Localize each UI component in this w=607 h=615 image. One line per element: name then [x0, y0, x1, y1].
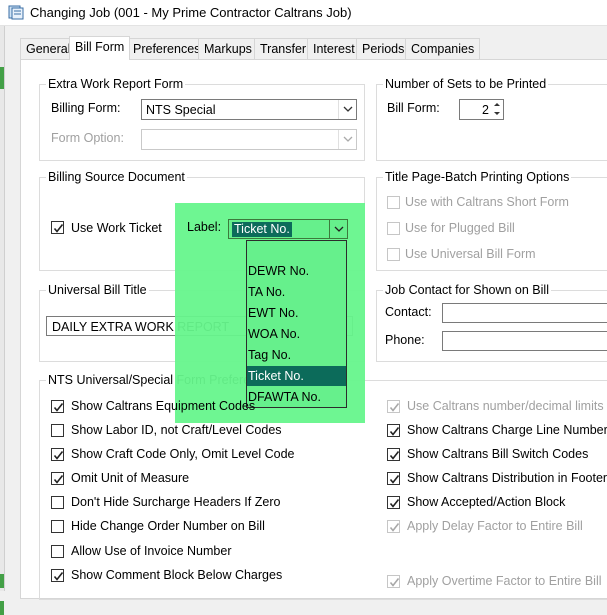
sets-group: Number of Sets to be Printed — [376, 77, 607, 161]
tab-periods[interactable]: Periods — [356, 38, 411, 59]
form-option-select[interactable] — [141, 129, 357, 150]
caltrans-short-form-label: Use with Caltrans Short Form — [405, 195, 569, 209]
universal-bill-form-checkbox[interactable] — [387, 248, 400, 261]
bill-form-sets-spinner[interactable]: 2 — [459, 99, 504, 120]
preference-label: Don't Hide Surcharge Headers If Zero — [71, 495, 281, 509]
preference-checkbox[interactable] — [51, 496, 64, 509]
preference-label: Show Labor ID, not Craft/Level Codes — [71, 423, 282, 437]
preference-checkbox[interactable] — [51, 472, 64, 485]
label-dropdown-list: DEWR No. TA No. EWT No. WOA No. Tag No. Ticke… — [246, 240, 347, 408]
preference-label: Use Caltrans number/decimal limits — [407, 399, 604, 413]
preference-checkbox[interactable] — [51, 520, 64, 533]
preference-label: Apply Overtime Factor to Entire Bill — [407, 574, 602, 588]
dropdown-option[interactable]: Tag No. — [247, 345, 346, 365]
tab-markups[interactable]: Markups — [198, 38, 258, 59]
label-label: Label: — [187, 220, 222, 234]
app-icon — [8, 5, 24, 20]
chevron-down-icon[interactable] — [338, 130, 356, 149]
label-select[interactable]: Ticket No. — [228, 219, 348, 239]
preference-checkbox[interactable] — [387, 520, 400, 533]
preference-label: Omit Unit of Measure — [71, 471, 190, 485]
preference-label: Hide Change Order Number on Bill — [71, 519, 265, 533]
caltrans-short-form-checkbox[interactable] — [387, 196, 400, 209]
preference-checkbox[interactable] — [51, 400, 64, 413]
window-title: Changing Job (001 - My Prime Contractor … — [30, 5, 352, 20]
preference-checkbox[interactable] — [387, 448, 400, 461]
preference-checkbox[interactable] — [387, 496, 400, 509]
use-work-ticket-label: Use Work Ticket — [71, 221, 162, 235]
preference-label: Show Caltrans Distribution in Footer — [407, 471, 607, 485]
dropdown-option[interactable]: DEWR No. — [247, 261, 346, 281]
tab-transfer[interactable]: Transfer — [254, 38, 313, 59]
preference-label: Show Accepted/Action Block — [407, 495, 566, 509]
group-title: Number of Sets to be Printed — [383, 77, 549, 91]
dropdown-option[interactable]: TA No. — [247, 282, 346, 302]
job-contact-group: Job Contact for Shown on Bill — [376, 283, 607, 362]
dropdown-option[interactable]: DFAWTA No. — [247, 387, 346, 407]
preference-checkbox[interactable] — [51, 545, 64, 558]
preference-checkbox[interactable] — [51, 448, 64, 461]
billing-form-value: NTS Special — [146, 103, 216, 117]
preference-checkbox[interactable] — [51, 424, 64, 437]
preference-checkbox[interactable] — [387, 575, 400, 588]
tab-general[interactable]: General — [20, 38, 77, 59]
preference-checkbox[interactable] — [387, 472, 400, 485]
left-edge-marker — [0, 67, 4, 89]
preference-label: Show Caltrans Equipment Codes — [71, 399, 256, 413]
dropdown-option[interactable]: Ticket No. — [247, 366, 346, 386]
universal-bill-form-label: Use Universal Bill Form — [405, 247, 536, 261]
contact-label: Contact: — [385, 305, 432, 319]
group-title: Universal Bill Title — [46, 283, 149, 297]
dropdown-option[interactable]: EWT No. — [247, 303, 346, 323]
billing-form-select[interactable]: NTS Special — [141, 99, 357, 120]
chevron-down-icon[interactable] — [329, 220, 347, 238]
tab-interest[interactable]: Interest — [307, 38, 361, 59]
billing-form-label: Billing Form: — [51, 101, 121, 115]
group-title: Title Page-Batch Printing Options — [383, 170, 572, 184]
tab-bill-form[interactable]: Bill Form — [69, 36, 131, 60]
phone-label: Phone: — [385, 333, 425, 347]
preference-label: Show Caltrans Charge Line Numbers — [407, 423, 607, 437]
dropdown-option[interactable]: WOA No. — [247, 324, 346, 344]
plugged-bill-checkbox[interactable] — [387, 222, 400, 235]
phone-input[interactable] — [442, 331, 607, 351]
spinner-buttons — [491, 100, 503, 119]
preference-label: Show Caltrans Bill Switch Codes — [407, 447, 589, 461]
group-title: Billing Source Document — [46, 170, 187, 184]
tab-preferences[interactable]: Preferences — [127, 38, 207, 59]
spin-down-icon[interactable] — [491, 109, 503, 118]
contact-input[interactable] — [442, 303, 607, 323]
preference-checkbox[interactable] — [387, 424, 400, 437]
title-bar: Changing Job (001 - My Prime Contractor … — [0, 0, 607, 26]
chevron-down-icon[interactable] — [338, 100, 356, 119]
tab-companies[interactable]: Companies — [405, 38, 481, 59]
group-title: Extra Work Report Form — [46, 77, 186, 91]
bill-form-sets-value: 2 — [482, 103, 489, 117]
preference-checkbox[interactable] — [51, 569, 64, 582]
label-select-value: Ticket No. — [232, 222, 292, 237]
left-edge-marker — [0, 601, 4, 615]
preference-label: Show Craft Code Only, Omit Level Code — [71, 447, 295, 461]
preference-label: Allow Use of Invoice Number — [71, 544, 232, 558]
preference-checkbox[interactable] — [387, 400, 400, 413]
group-title: Job Contact for Shown on Bill — [383, 283, 551, 297]
spin-up-icon[interactable] — [491, 100, 503, 109]
plugged-bill-label: Use for Plugged Bill — [405, 221, 515, 235]
use-work-ticket-checkbox[interactable] — [51, 221, 64, 234]
left-edge — [0, 26, 5, 615]
preference-label: Show Comment Block Below Charges — [71, 568, 283, 582]
bill-form-sets-label: Bill Form: — [387, 101, 440, 115]
left-edge-marker — [0, 574, 4, 588]
preference-label: Apply Delay Factor to Entire Bill — [407, 519, 583, 533]
form-option-label: Form Option: — [51, 131, 124, 145]
